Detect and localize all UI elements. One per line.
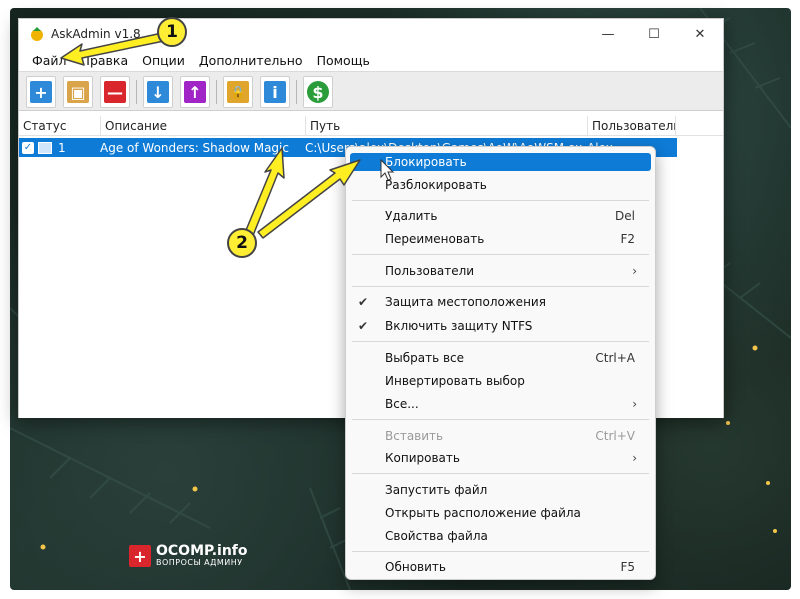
info-icon: i [264,81,286,103]
annotation-badge-2: 2 [227,228,257,258]
minimize-button[interactable]: — [585,19,631,49]
row-checkbox[interactable]: ✓ [22,141,34,154]
ctx-unblock[interactable]: Разблокировать [350,176,651,194]
ctx-delete[interactable]: Удалить Del [350,207,651,225]
remove-icon: — [104,81,126,103]
menu-help[interactable]: Помощь [310,53,377,68]
ctx-label: Разблокировать [385,178,487,192]
annotation-badge-1: 1 [157,17,187,47]
check-icon: ✔ [358,319,369,333]
chevron-right-icon: › [632,451,637,465]
ctx-label: Открыть расположение файла [385,506,581,520]
menu-edit[interactable]: Правка [74,53,136,68]
ctx-label: Включить защиту NTFS [385,319,533,333]
toolbar-separator [216,80,217,104]
watermark-logo: + OCOMP.info ВОПРОСЫ АДМИНУ [129,544,248,568]
move-up-icon: ↑ [184,81,206,103]
ctx-file-properties[interactable]: Свойства файла [350,527,651,545]
menu-separator [352,254,649,255]
ctx-shortcut: F2 [620,232,635,246]
ctx-label: Копировать [385,451,460,465]
ctx-label: Инвертировать выбор [385,374,525,388]
donate-icon: $ [307,81,329,103]
menu-separator [352,200,649,201]
cell-description: Age of Wonders: Shadow Magic [100,140,289,155]
chevron-right-icon: › [632,397,637,411]
add-button[interactable]: + [26,76,56,108]
column-description[interactable]: Описание [101,116,306,136]
donate-button[interactable]: $ [303,76,333,108]
check-icon: ✔ [358,295,369,309]
ctx-label: Обновить [385,560,446,574]
ctx-select-all[interactable]: Выбрать все Ctrl+A [350,349,651,367]
menu-separator [352,341,649,342]
move-up-button[interactable]: ↑ [180,76,210,108]
ctx-label: Защита местоположения [385,295,546,309]
menu-options[interactable]: Опции [135,53,192,68]
context-menu: Блокировать Разблокировать Удалить Del П… [345,146,656,580]
toolbar-separator [136,80,137,104]
file-icon [38,141,52,154]
menu-advanced[interactable]: Дополнительно [192,53,310,68]
add-icon: + [30,81,52,103]
ctx-refresh[interactable]: Обновить F5 [350,558,651,576]
ctx-label: Свойства файла [385,529,488,543]
column-path[interactable]: Путь [306,116,588,136]
ctx-label: Переименовать [385,232,485,246]
info-button[interactable]: i [260,76,290,108]
move-down-icon: ↓ [147,81,169,103]
ctx-invert-selection[interactable]: Инвертировать выбор [350,372,651,390]
remove-button[interactable]: — [100,76,130,108]
ctx-shortcut: Del [615,209,635,223]
menu-separator [352,551,649,552]
plus-icon: + [129,545,151,567]
close-button[interactable]: ✕ [677,19,723,49]
ctx-users[interactable]: Пользователи › [350,262,651,280]
maximize-button[interactable]: ☐ [631,19,677,49]
ctx-open-location[interactable]: Открыть расположение файла [350,504,651,522]
cell-status: 1 [58,140,66,155]
add-folder-button[interactable]: ▣ [63,76,93,108]
ctx-copy[interactable]: Копировать › [350,449,651,467]
chevron-right-icon: › [632,264,637,278]
ctx-shortcut: F5 [620,560,635,574]
ctx-label: Все... [385,397,419,411]
move-down-button[interactable]: ↓ [143,76,173,108]
ctx-ntfs-protection[interactable]: ✔ Включить защиту NTFS [350,317,651,335]
ctx-label: Блокировать [385,155,467,169]
ctx-label: Выбрать все [385,351,465,365]
lock-button[interactable]: 🔒 [223,76,253,108]
ctx-paste: Вставить Ctrl+V [350,427,651,445]
lock-icon: 🔒 [227,81,249,103]
app-logo-icon [31,27,43,41]
ctx-label: Вставить [385,429,444,443]
add-folder-icon: ▣ [67,81,89,103]
column-user[interactable]: Пользователь [588,116,676,136]
ctx-all[interactable]: Все... › [350,395,651,413]
column-status[interactable]: Статус [19,116,101,136]
ctx-shortcut: Ctrl+V [595,429,635,443]
menu-separator [352,419,649,420]
menu-separator [352,473,649,474]
ctx-run-file[interactable]: Запустить файл [350,481,651,499]
toolbar: + ▣ — ↓ ↑ 🔒 i $ [19,71,723,111]
watermark-name: OCOMP.info [156,543,248,559]
watermark-tagline: ВОПРОСЫ АДМИНУ [156,558,243,567]
ctx-location-protection[interactable]: ✔ Защита местоположения [350,293,651,311]
title-bar[interactable]: AskAdmin v1.8 — ☐ ✕ [19,19,723,49]
ctx-label: Удалить [385,209,438,223]
ctx-label: Пользователи [385,264,475,278]
ctx-rename[interactable]: Переименовать F2 [350,230,651,248]
ctx-block[interactable]: Блокировать [350,153,651,171]
list-header: Статус Описание Путь Пользователь [19,116,723,136]
window-title: AskAdmin v1.8 [51,27,141,41]
menu-separator [352,286,649,287]
ctx-shortcut: Ctrl+A [595,351,635,365]
menu-file[interactable]: Файл [25,53,74,68]
toolbar-separator [296,80,297,104]
ctx-label: Запустить файл [385,483,488,497]
menu-bar: Файл Правка Опции Дополнительно Помощь [19,49,723,71]
